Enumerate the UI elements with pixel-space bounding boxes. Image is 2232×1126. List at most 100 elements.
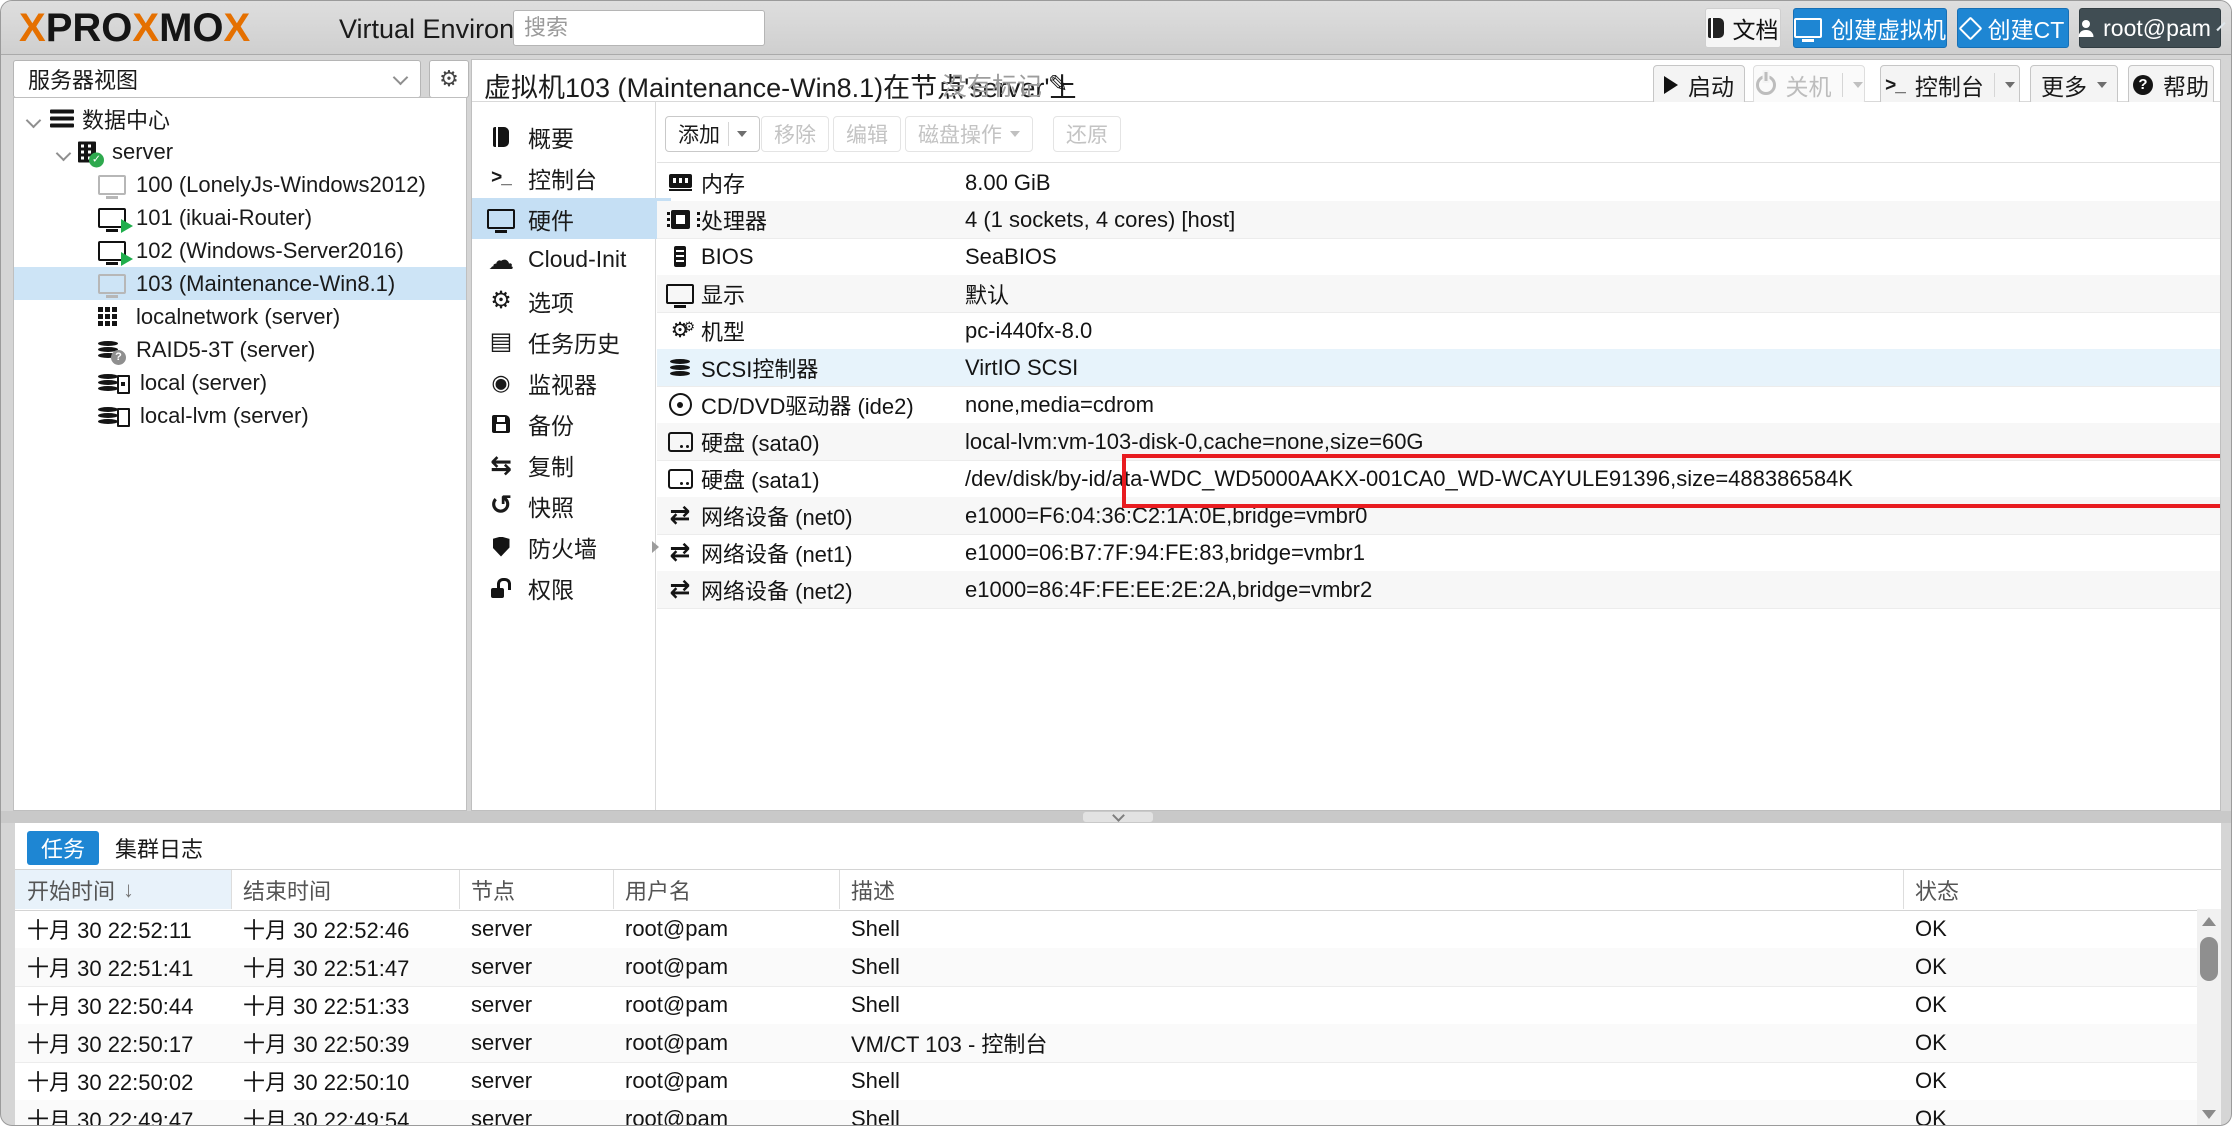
menu-item-firewall[interactable]: 防火墙: [472, 526, 671, 567]
menu-item-monitor[interactable]: ◉ 监视器: [472, 362, 671, 403]
menu-item-backup[interactable]: 备份: [472, 403, 671, 444]
menu-item-permissions[interactable]: 权限: [472, 567, 671, 608]
hw-label: 网络设备 (net2): [701, 574, 853, 606]
scroll-down-icon[interactable]: [2202, 1110, 2216, 1119]
search-input[interactable]: [513, 10, 765, 46]
hw-row-memory[interactable]: 内存 8.00 GiB: [657, 164, 2221, 202]
task-start-time: 十月 30 22:51:41: [15, 948, 231, 986]
storage-icon: [98, 373, 118, 393]
gear-icon: ⚙: [490, 289, 512, 313]
disk-action-button[interactable]: 磁盘操作: [905, 116, 1033, 152]
running-play-icon: [121, 252, 133, 266]
view-selector[interactable]: 服务器视图: [13, 60, 421, 98]
menu-item-cloud-init[interactable]: ☁ Cloud-Init: [472, 239, 671, 280]
tree-item-datacenter[interactable]: 数据中心: [14, 102, 466, 135]
pencil-icon[interactable]: ✎: [1048, 73, 1068, 97]
task-description: Shell: [839, 1100, 1903, 1126]
hw-row-net0[interactable]: ⇄ 网络设备 (net0) e1000=F6:04:36:C2:1A:0E,br…: [657, 497, 2221, 535]
tree-item-vm-102[interactable]: 102 (Windows-Server2016): [14, 234, 466, 267]
task-node: server: [459, 1024, 613, 1062]
menu-item-label: 备份: [528, 407, 574, 441]
hw-row-sata1[interactable]: 硬盘 (sata1) /dev/disk/by-id/ata-WDC_WD500…: [657, 460, 2221, 498]
hw-label: 网络设备 (net0): [701, 500, 853, 532]
tasks-panel: 任务 集群日志 开始时间 ↓ 结束时间 节点 用户名 描述: [15, 823, 2221, 1126]
remove-button[interactable]: 移除: [761, 116, 829, 152]
tree-item-local-lvm[interactable]: local-lvm (server): [14, 399, 466, 432]
column-header-start-time[interactable]: 开始时间 ↓: [15, 870, 232, 909]
menu-item-replication[interactable]: ⇆ 复制: [472, 444, 671, 485]
create-vm-button[interactable]: 创建虚拟机: [1793, 8, 1947, 48]
console-button[interactable]: >_ 控制台: [1880, 65, 2020, 105]
menu-item-summary[interactable]: 概要: [472, 116, 671, 157]
menu-item-options[interactable]: ⚙ 选项: [472, 280, 671, 321]
tree-item-vm-101[interactable]: 101 (ikuai-Router): [14, 201, 466, 234]
user-label: root@pam: [2103, 15, 2211, 42]
revert-button[interactable]: 还原: [1053, 116, 1121, 152]
hw-row-machine[interactable]: ⚙⚙ 机型 pc-i440fx-8.0: [657, 312, 2221, 350]
no-tags-label: 没有标记: [942, 67, 1042, 103]
splitter-handle[interactable]: [1083, 812, 1153, 822]
memory-icon: [669, 174, 692, 188]
disk-action-label: 磁盘操作: [918, 119, 1002, 149]
scroll-up-icon[interactable]: [2202, 917, 2216, 926]
column-header-username[interactable]: 用户名: [613, 870, 840, 909]
column-header-status[interactable]: 状态: [1903, 870, 2195, 909]
hw-row-sata0[interactable]: 硬盘 (sata0) local-lvm:vm-103-disk-0,cache…: [657, 423, 2221, 461]
hw-row-bios[interactable]: BIOS SeaBIOS: [657, 238, 2221, 276]
add-button[interactable]: 添加: [665, 116, 760, 152]
user-menu-button[interactable]: root@pam: [2079, 8, 2221, 48]
task-row[interactable]: 十月 30 22:49:47 十月 30 22:49:54 server roo…: [15, 1100, 2197, 1126]
vm-running-icon: [98, 208, 126, 228]
tree-item-local[interactable]: local (server): [14, 366, 466, 399]
hw-row-net2[interactable]: ⇄ 网络设备 (net2) e1000=86:4F:FE:EE:2E:2A,br…: [657, 571, 2221, 609]
history-icon: ↺: [490, 492, 513, 519]
tab-cluster-log[interactable]: 集群日志: [101, 831, 217, 865]
help-button[interactable]: ? 帮助: [2128, 65, 2214, 105]
hw-row-cdrom[interactable]: CD/DVD驱动器 (ide2) none,media=cdrom: [657, 386, 2221, 424]
start-button[interactable]: 启动: [1653, 65, 1745, 105]
tree-item-vm-100[interactable]: 100 (LonelyJs-Windows2012): [14, 168, 466, 201]
menu-item-hardware[interactable]: 硬件: [472, 198, 671, 239]
hw-row-net1[interactable]: ⇄ 网络设备 (net1) e1000=06:B7:7F:94:FE:83,br…: [657, 534, 2221, 572]
shutdown-button[interactable]: 关机: [1753, 65, 1865, 105]
task-description: VM/CT 103 - 控制台: [839, 1024, 1903, 1062]
tree-item-vm-103[interactable]: 103 (Maintenance-Win8.1): [14, 267, 466, 300]
menu-item-label: 硬件: [528, 202, 574, 236]
hw-row-display[interactable]: 显示 默认: [657, 275, 2221, 313]
documentation-button[interactable]: 文档: [1705, 8, 1781, 48]
task-row[interactable]: 十月 30 22:50:02 十月 30 22:50:10 server roo…: [15, 1062, 2197, 1101]
task-row[interactable]: 十月 30 22:50:44 十月 30 22:51:33 server roo…: [15, 986, 2197, 1025]
column-header-end-time[interactable]: 结束时间: [231, 870, 460, 909]
task-node: server: [459, 986, 613, 1024]
book-icon: [493, 127, 509, 147]
tasks-scrollbar[interactable]: [2197, 909, 2221, 1126]
sidebar-gear-button[interactable]: ⚙: [429, 60, 469, 98]
cloud-icon: ☁: [488, 247, 514, 273]
hw-row-processors[interactable]: 处理器 4 (1 sockets, 4 cores) [host]: [657, 201, 2221, 239]
hw-value: /dev/disk/by-id/ata-WDC_WD5000AAKX-001CA…: [965, 466, 1853, 492]
task-row[interactable]: 十月 30 22:52:11 十月 30 22:52:46 server roo…: [15, 910, 2197, 949]
no-tags[interactable]: 没有标记 ✎: [942, 67, 1068, 103]
list-icon: ▤: [490, 330, 513, 354]
create-ct-button[interactable]: 创建CT: [1957, 8, 2069, 48]
menu-item-task-history[interactable]: ▤ 任务历史: [472, 321, 671, 362]
tab-tasks[interactable]: 任务: [27, 831, 99, 865]
menu-item-console[interactable]: >_ 控制台: [472, 157, 671, 198]
task-end-time: 十月 30 22:50:39: [231, 1024, 459, 1062]
scrollbar-thumb[interactable]: [2200, 937, 2218, 981]
hw-row-scsi-controller[interactable]: SCSI控制器 VirtIO SCSI: [657, 349, 2221, 387]
vm-panel: 虚拟机103 (Maintenance-Win8.1)在节点'server'上 …: [471, 59, 2221, 811]
tree-item-raid5-3t[interactable]: ? RAID5-3T (server): [14, 333, 466, 366]
column-header-node[interactable]: 节点: [459, 870, 614, 909]
hw-value: VirtIO SCSI: [965, 355, 1078, 381]
more-button[interactable]: 更多: [2030, 65, 2118, 105]
task-row[interactable]: 十月 30 22:51:41 十月 30 22:51:47 server roo…: [15, 948, 2197, 987]
tree-item-server[interactable]: ✓ server: [14, 135, 466, 168]
menu-item-snapshots[interactable]: ↺ 快照: [472, 485, 671, 526]
hw-value: pc-i440fx-8.0: [965, 318, 1092, 344]
tree-item-localnetwork[interactable]: localnetwork (server): [14, 300, 466, 333]
task-row[interactable]: 十月 30 22:50:17 十月 30 22:50:39 server roo…: [15, 1024, 2197, 1063]
edit-button[interactable]: 编辑: [833, 116, 901, 152]
task-username: root@pam: [613, 948, 839, 986]
column-header-description[interactable]: 描述: [839, 870, 1904, 909]
